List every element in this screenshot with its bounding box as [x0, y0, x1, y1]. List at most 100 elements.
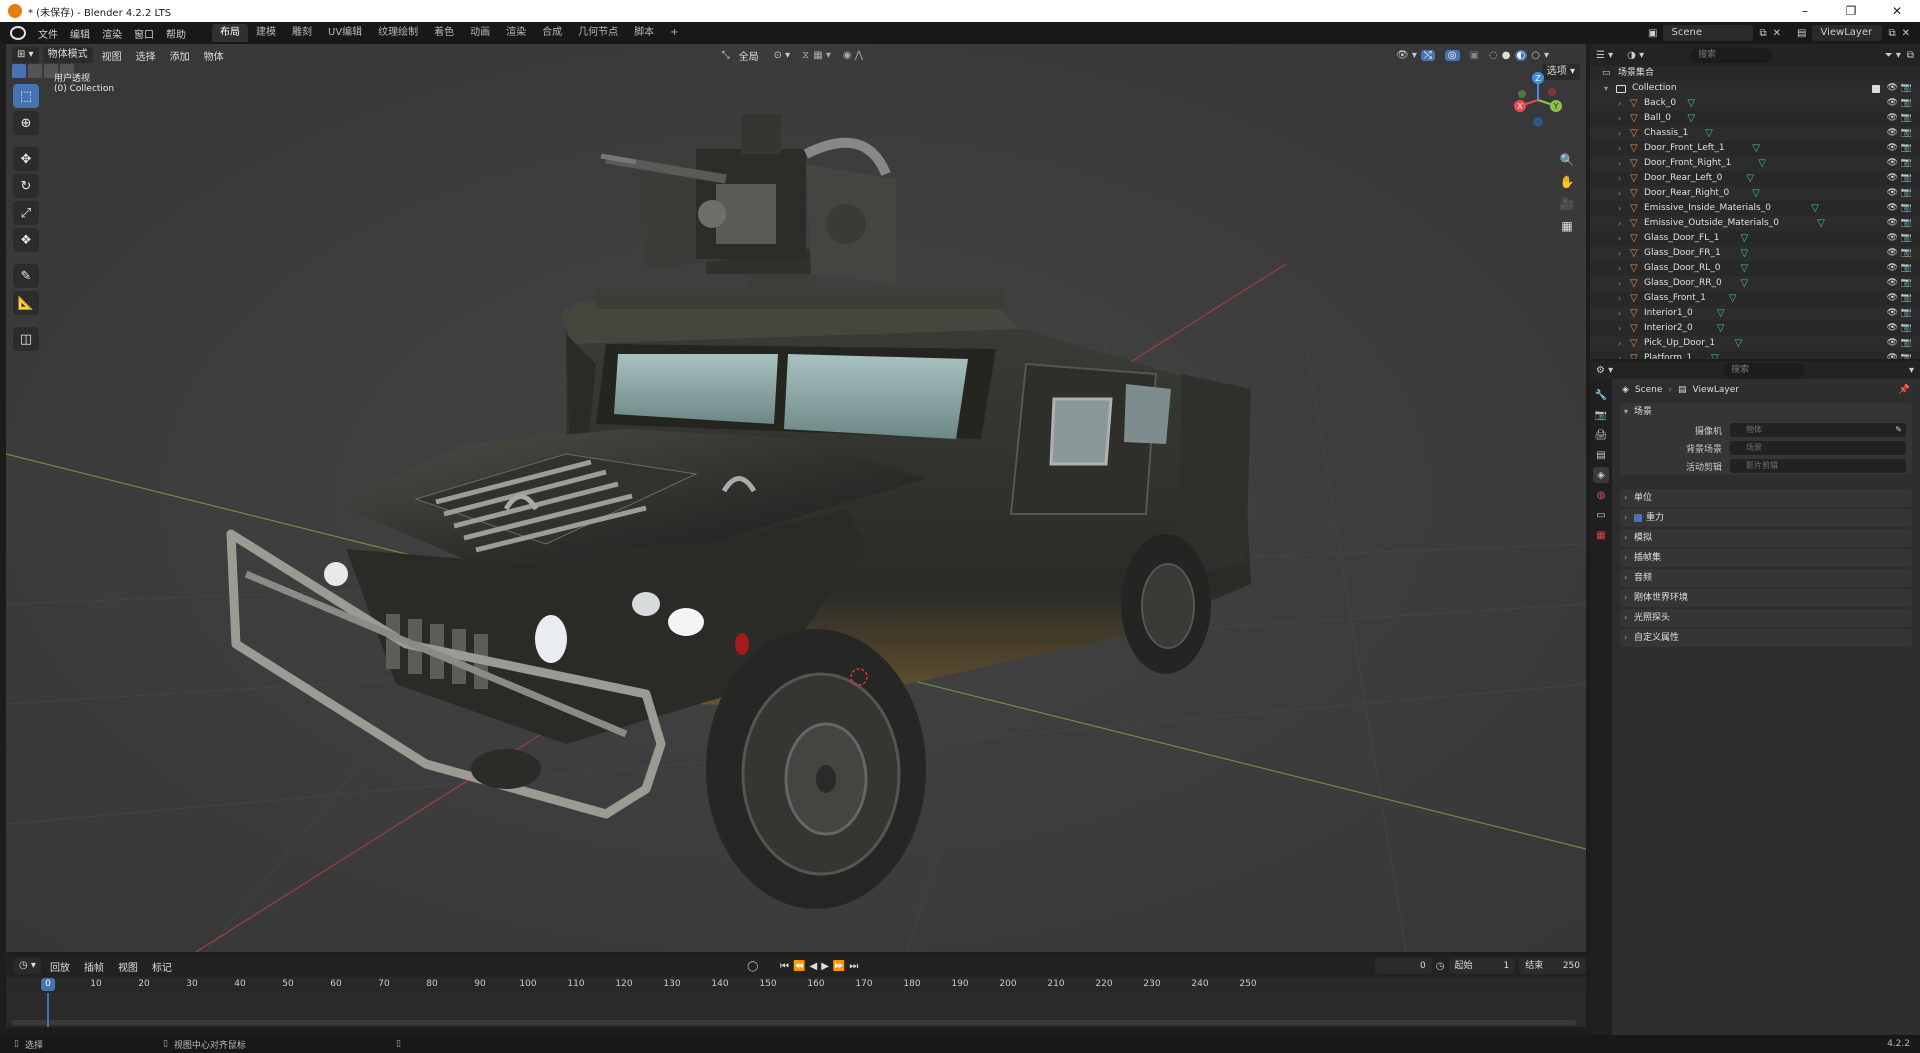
eye-icon[interactable]: 👁: [1887, 186, 1898, 201]
scene-selector[interactable]: Scene: [1663, 25, 1754, 41]
shading-wireframe-icon[interactable]: ◌: [1489, 50, 1498, 61]
render-icon[interactable]: 📷: [1901, 111, 1912, 126]
menu-object[interactable]: 物体: [199, 48, 229, 63]
add-workspace-button[interactable]: +: [662, 24, 686, 42]
expand-arrow-icon[interactable]: ›: [1618, 231, 1621, 246]
gravity-checkbox[interactable]: [1634, 513, 1642, 522]
render-icon[interactable]: 📷: [1901, 81, 1912, 96]
pan-hand-icon[interactable]: ✋: [1556, 172, 1578, 192]
viewlayer-selector[interactable]: ViewLayer: [1812, 25, 1883, 41]
mode-selector[interactable]: 物体模式: [42, 47, 93, 63]
eye-icon[interactable]: 👁: [1887, 336, 1898, 351]
mesh-data-icon[interactable]: ▽: [1729, 291, 1737, 306]
auto-keying-icon[interactable]: ◯: [747, 961, 758, 972]
new-viewlayer-icon[interactable]: ⧉: [1888, 28, 1895, 39]
playhead-frame-label[interactable]: 0: [41, 978, 55, 991]
expand-arrow-icon[interactable]: ›: [1618, 306, 1621, 321]
eye-icon[interactable]: 👁: [1887, 81, 1898, 96]
ortho-toggle-icon[interactable]: ▦: [1556, 216, 1578, 236]
menu-keying[interactable]: 插帧: [79, 959, 109, 974]
gizmo-toggle-icon[interactable]: ⤭: [1420, 49, 1435, 61]
outliner-editor-type-icon[interactable]: ☰ ▾: [1596, 50, 1613, 61]
tab-texture-paint[interactable]: 纹理绘制: [370, 24, 426, 42]
eye-icon[interactable]: 👁: [1887, 321, 1898, 336]
mesh-data-icon[interactable]: ▽: [1717, 321, 1725, 336]
timeline-scrollbar[interactable]: [12, 1020, 1576, 1025]
eye-icon[interactable]: 👁: [1887, 306, 1898, 321]
world-tab-icon[interactable]: ◍: [1593, 487, 1609, 503]
tab-geometry-nodes[interactable]: 几何节点: [570, 24, 626, 42]
render-icon[interactable]: 📷: [1901, 126, 1912, 141]
eye-icon[interactable]: 👁: [1887, 261, 1898, 276]
mesh-data-icon[interactable]: ▽: [1735, 336, 1743, 351]
expand-arrow-icon[interactable]: ›: [1618, 111, 1621, 126]
properties-options-icon[interactable]: ▾: [1909, 365, 1914, 376]
expand-arrow-icon[interactable]: ›: [1618, 276, 1621, 291]
snap-icon[interactable]: ⧖: [802, 50, 809, 61]
mesh-data-icon[interactable]: ▽: [1741, 246, 1749, 261]
delete-viewlayer-icon[interactable]: ✕: [1902, 28, 1910, 39]
outliner-object-row[interactable]: › ▽ Emissive_Outside_Materials_0 ▽ 👁 📷: [1590, 216, 1920, 231]
outliner-object-row[interactable]: › ▽ Chassis_1 ▽ 👁 📷: [1590, 126, 1920, 141]
mesh-data-icon[interactable]: ▽: [1752, 141, 1760, 156]
render-icon[interactable]: 📷: [1901, 231, 1912, 246]
outliner-object-row[interactable]: › ▽ Glass_Door_RR_0 ▽ 👁 📷: [1590, 276, 1920, 291]
mesh-data-icon[interactable]: ▽: [1752, 186, 1760, 201]
tab-modeling[interactable]: 建模: [248, 24, 284, 42]
view-layer-tab-icon[interactable]: ▤: [1593, 447, 1609, 463]
scene-tab-icon[interactable]: ◈: [1593, 467, 1609, 483]
eyedropper-icon[interactable]: ✎: [1895, 423, 1902, 437]
properties-panel[interactable]: › 模拟: [1620, 529, 1912, 547]
timeline-tracks[interactable]: [6, 993, 1586, 1027]
play-icon[interactable]: ▶: [821, 961, 829, 972]
menu-marker[interactable]: 标记: [147, 959, 177, 974]
exclude-checkbox[interactable]: [1872, 85, 1880, 93]
mesh-data-icon[interactable]: ▽: [1687, 111, 1695, 126]
jump-start-icon[interactable]: ⏮: [780, 961, 789, 972]
menu-select[interactable]: 选择: [131, 48, 161, 63]
panel-header[interactable]: › 模拟: [1620, 529, 1912, 547]
render-icon[interactable]: 📷: [1901, 156, 1912, 171]
expand-arrow-icon[interactable]: ›: [1618, 216, 1621, 231]
jump-keyframe-back-icon[interactable]: ⏪: [793, 961, 805, 972]
properties-panel[interactable]: › 刚体世界环境: [1620, 589, 1912, 607]
expand-arrow-icon[interactable]: ›: [1618, 141, 1621, 156]
collection-tab-icon[interactable]: ▭: [1593, 507, 1609, 523]
mesh-data-icon[interactable]: ▽: [1717, 306, 1725, 321]
mesh-data-icon[interactable]: ▽: [1741, 231, 1749, 246]
panel-header[interactable]: › 自定义属性: [1620, 629, 1912, 647]
outliner-object-row[interactable]: › ▽ Door_Rear_Right_0 ▽ 👁 📷: [1590, 186, 1920, 201]
gizmo-neg-z[interactable]: [1533, 117, 1543, 127]
eye-icon[interactable]: 👁: [1887, 126, 1898, 141]
close-button[interactable]: ✕: [1874, 0, 1920, 22]
new-collection-icon[interactable]: ⧉: [1907, 50, 1914, 61]
outliner-object-row[interactable]: › ▽ Door_Rear_Left_0 ▽ 👁 📷: [1590, 171, 1920, 186]
expand-arrow-icon[interactable]: ›: [1618, 171, 1621, 186]
panel-header[interactable]: › 重力: [1620, 509, 1912, 527]
render-tab-icon[interactable]: 📷: [1593, 407, 1609, 423]
tab-rendering[interactable]: 渲染: [498, 24, 534, 42]
outliner-object-row[interactable]: › ▽ Interior1_0 ▽ 👁 📷: [1590, 306, 1920, 321]
tab-sculpting[interactable]: 雕刻: [284, 24, 320, 42]
play-reverse-icon[interactable]: ◀: [809, 961, 817, 972]
gizmo-neg-y[interactable]: [1518, 90, 1526, 98]
scale-tool-icon[interactable]: ⤢: [13, 201, 39, 225]
mesh-data-icon[interactable]: ▽: [1711, 351, 1719, 359]
background-scene-field[interactable]: 场景: [1730, 441, 1906, 455]
eye-icon[interactable]: 👁: [1887, 216, 1898, 231]
outliner-object-row[interactable]: › ▽ Back_0 ▽ 👁 📷: [1590, 96, 1920, 111]
playhead-line[interactable]: [47, 993, 49, 1027]
outliner-object-row[interactable]: › ▽ Door_Front_Left_1 ▽ 👁 📷: [1590, 141, 1920, 156]
cursor-tool-icon[interactable]: ⊕: [13, 111, 39, 135]
panel-header[interactable]: › 插帧集: [1620, 549, 1912, 567]
current-frame-field[interactable]: 0: [1374, 958, 1432, 974]
start-frame-field[interactable]: 起始 1: [1448, 958, 1516, 974]
outliner-object-row[interactable]: › ▽ Door_Front_Right_1 ▽ 👁 📷: [1590, 156, 1920, 171]
render-icon[interactable]: 📷: [1901, 246, 1912, 261]
panel-header[interactable]: › 光照探头: [1620, 609, 1912, 627]
menu-file[interactable]: 文件: [32, 26, 64, 41]
mesh-data-icon[interactable]: ▽: [1817, 216, 1825, 231]
mesh-data-icon[interactable]: ▽: [1705, 126, 1713, 141]
expand-arrow-icon[interactable]: ›: [1618, 321, 1621, 336]
eye-icon[interactable]: 👁: [1887, 231, 1898, 246]
